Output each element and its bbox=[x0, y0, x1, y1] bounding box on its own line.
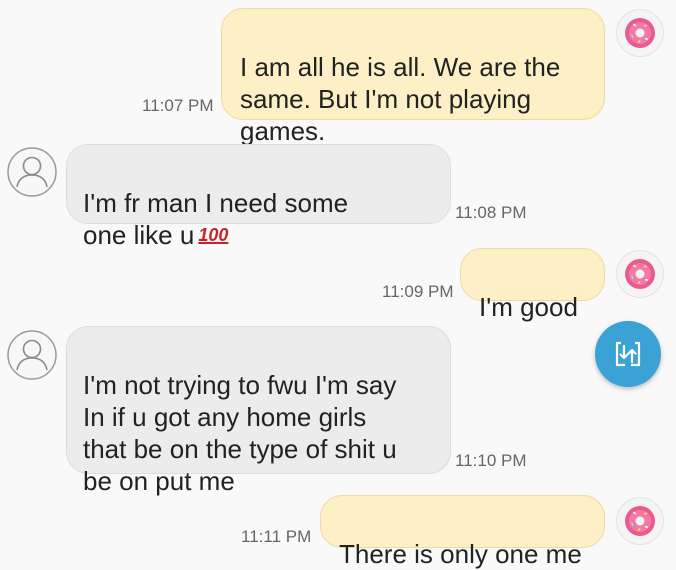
outgoing-message-bubble[interactable]: I'm good bbox=[460, 248, 605, 322]
hundred-points-emoji: 100 bbox=[198, 225, 229, 245]
message-text: There is only one me bbox=[339, 539, 582, 569]
person-outline-icon[interactable] bbox=[6, 329, 58, 381]
person-outline-icon[interactable] bbox=[6, 146, 58, 198]
message-text: I am all he is all. We are the same. But… bbox=[240, 52, 561, 146]
outgoing-message-bubble[interactable]: I am all he is all. We are the same. But… bbox=[221, 8, 605, 146]
message-text: I'm good bbox=[479, 292, 578, 322]
outgoing-message-bubble[interactable]: There is only one me bbox=[320, 495, 605, 569]
message-timestamp: 11:11 PM bbox=[241, 527, 312, 546]
share-transfer-icon bbox=[615, 341, 641, 367]
donut-avatar-icon[interactable] bbox=[616, 9, 664, 57]
incoming-message-bubble[interactable]: I'm fr man I need some one like u 100 bbox=[66, 144, 451, 250]
message-timestamp: 11:07 PM bbox=[142, 96, 214, 115]
share-transfer-button[interactable] bbox=[595, 321, 661, 387]
incoming-message-bubble[interactable]: I'm not trying to fwu I'm say In if u go… bbox=[66, 326, 451, 496]
message-timestamp: 11:08 PM bbox=[455, 203, 527, 222]
message-timestamp: 11:09 PM bbox=[382, 282, 454, 301]
donut-avatar-icon[interactable] bbox=[616, 497, 664, 545]
message-timestamp: 11:10 PM bbox=[455, 451, 527, 470]
donut-avatar-icon[interactable] bbox=[616, 250, 664, 298]
message-text: I'm not trying to fwu I'm say In if u go… bbox=[83, 370, 397, 496]
